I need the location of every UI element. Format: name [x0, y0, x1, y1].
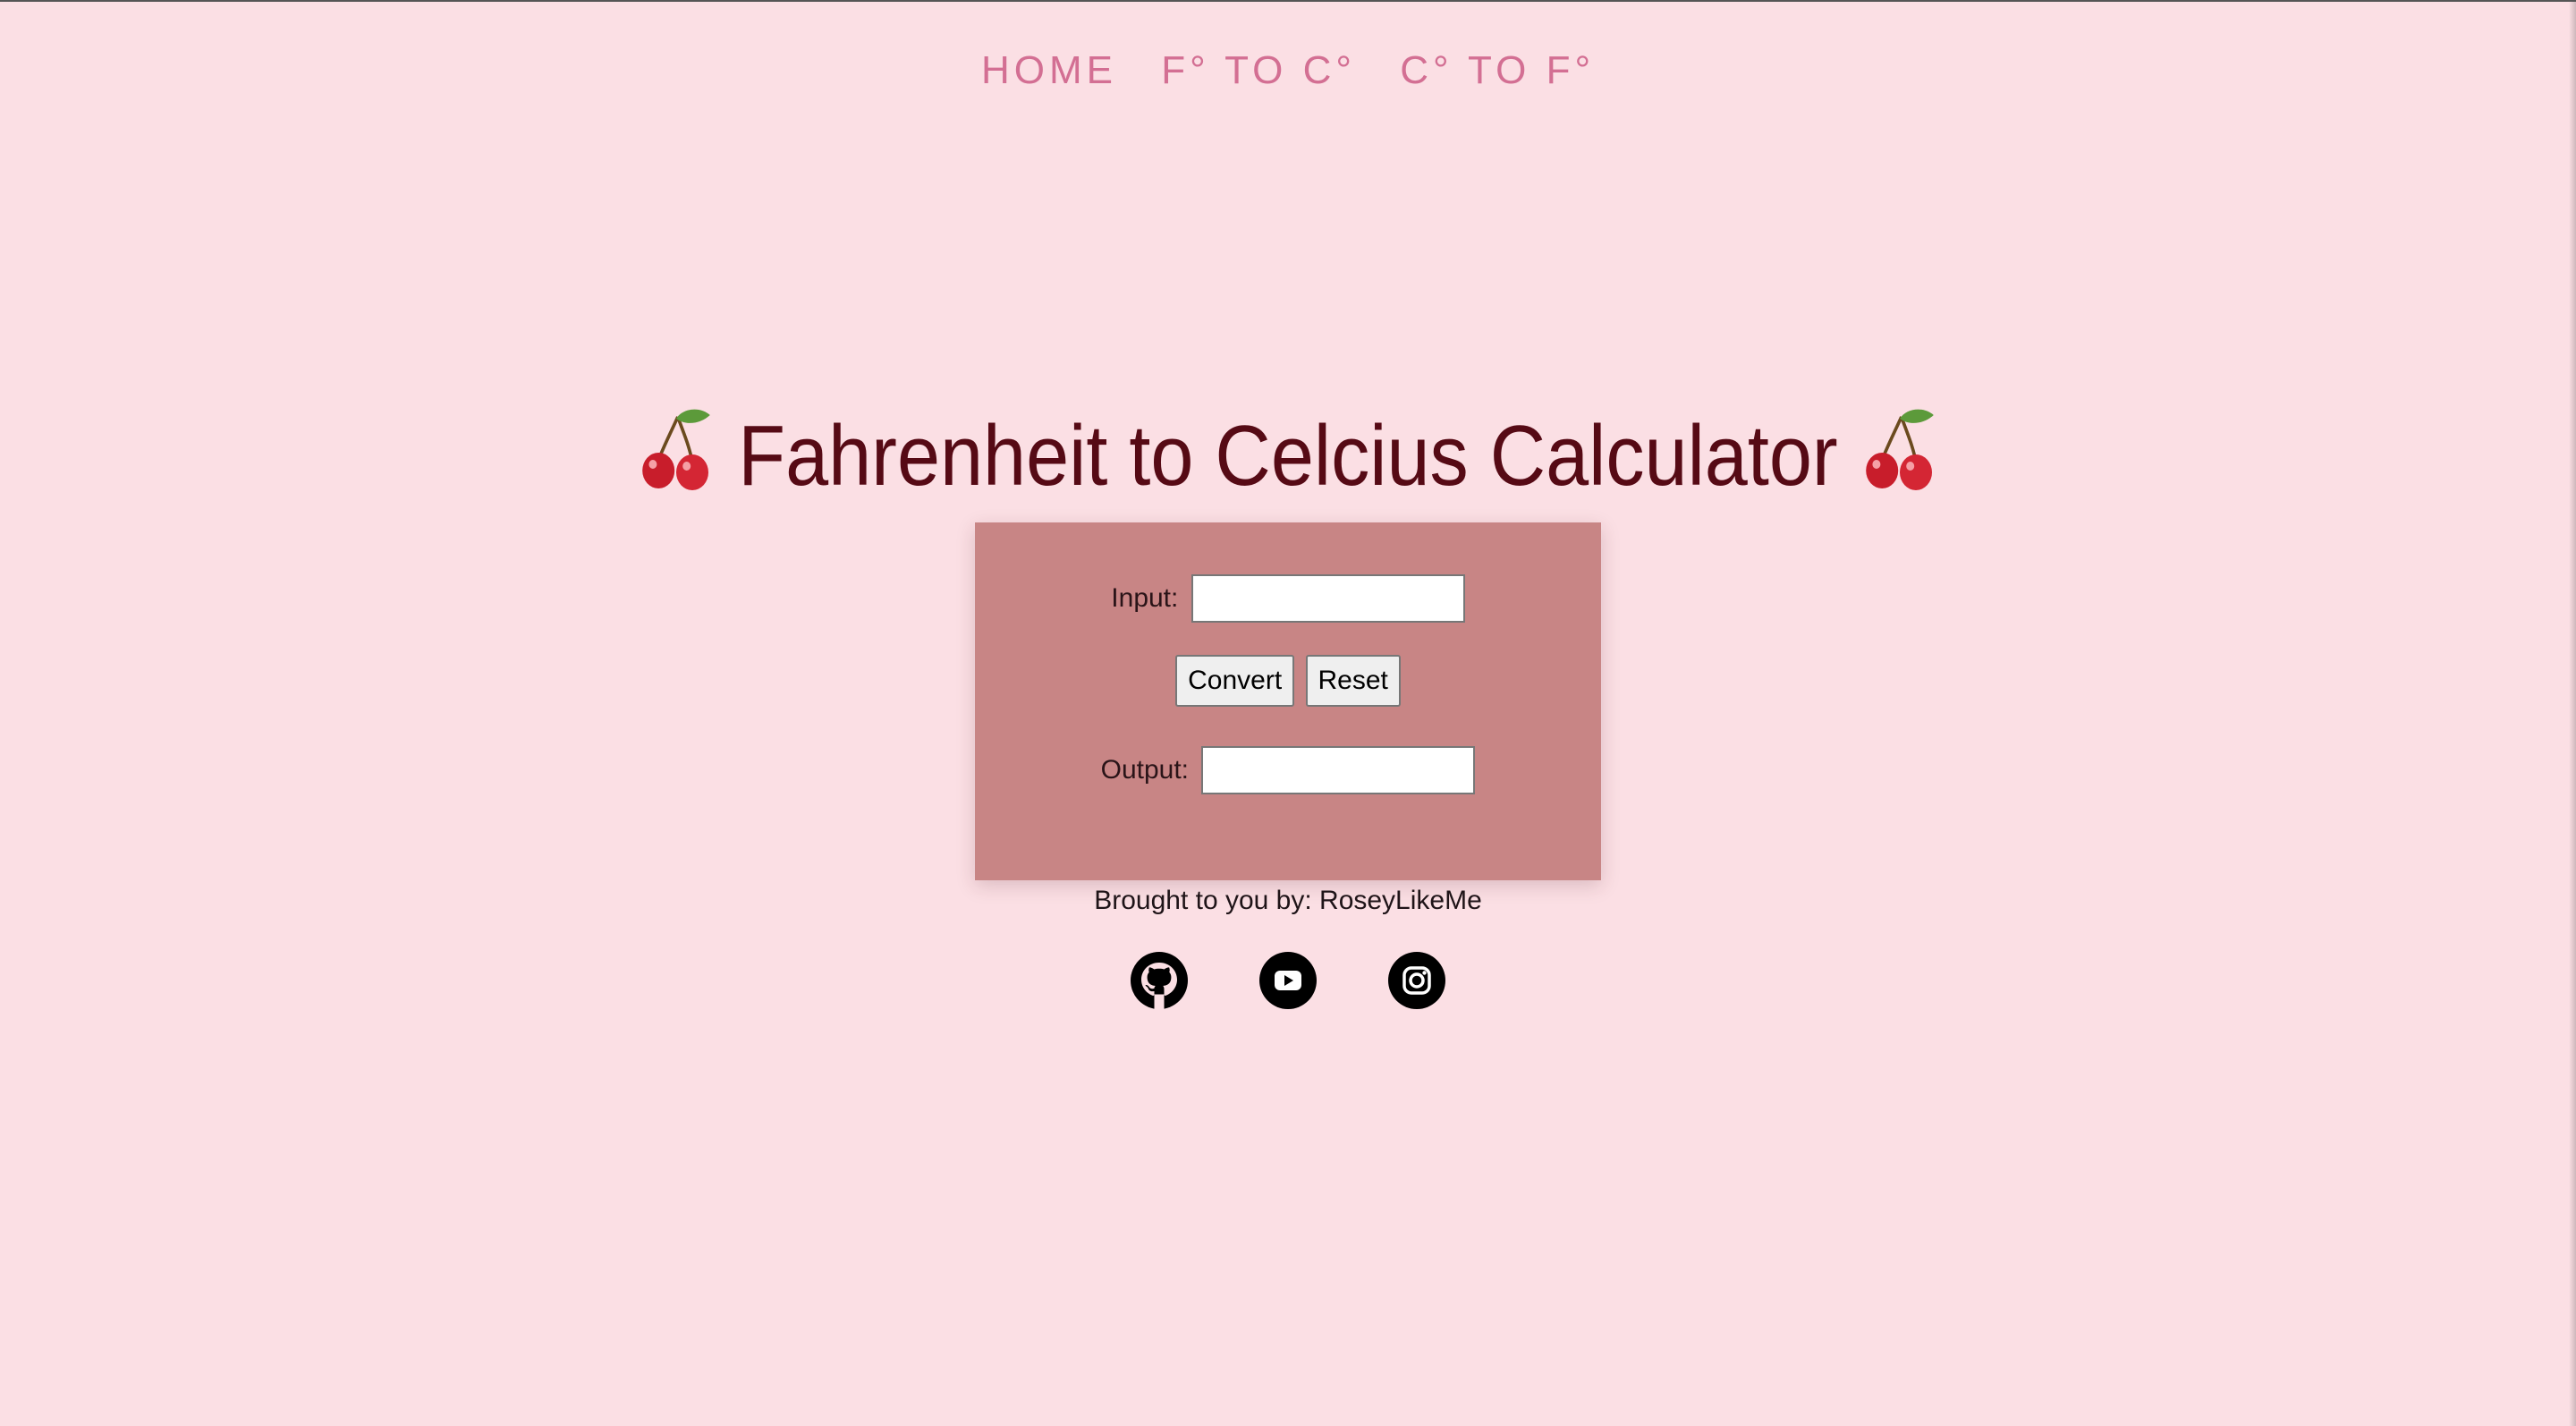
youtube-icon	[1259, 952, 1317, 1009]
output-row: Output:	[975, 746, 1601, 794]
input-field[interactable]	[1191, 574, 1465, 623]
convert-button[interactable]: Convert	[1175, 655, 1295, 707]
instagram-icon	[1388, 952, 1446, 1009]
title-text: Fahrenheit to Celcius Calculator	[738, 408, 1838, 504]
window-edge-shadow	[2569, 2, 2576, 1426]
calculator-panel: Input: Convert Reset Output:	[975, 522, 1601, 880]
button-row: Convert Reset	[975, 655, 1601, 707]
output-field[interactable]	[1201, 746, 1476, 794]
youtube-link[interactable]	[1259, 952, 1317, 1009]
nav-home-link[interactable]: HOME	[981, 48, 1117, 92]
nav-c-to-f-link[interactable]: C° TO F°	[1400, 48, 1595, 92]
reset-button[interactable]: Reset	[1305, 655, 1401, 707]
output-label: Output:	[1100, 755, 1190, 785]
social-links	[0, 952, 2576, 1014]
instagram-link[interactable]	[1388, 952, 1446, 1009]
input-row: Input:	[975, 574, 1601, 623]
cherry-icon	[642, 409, 711, 490]
input-label: Input:	[1111, 583, 1179, 613]
top-nav: HOME F° TO C° C° TO F°	[0, 48, 2576, 93]
credit-text: Brought to you by: RoseyLikeMe	[1094, 886, 1482, 915]
github-icon	[1130, 952, 1188, 1009]
page-title: Fahrenheit to Celcius Calculator	[129, 404, 2447, 505]
github-link[interactable]	[1130, 952, 1188, 1009]
nav-f-to-c-link[interactable]: F° TO C°	[1161, 48, 1356, 92]
cherry-icon	[1865, 409, 1934, 490]
